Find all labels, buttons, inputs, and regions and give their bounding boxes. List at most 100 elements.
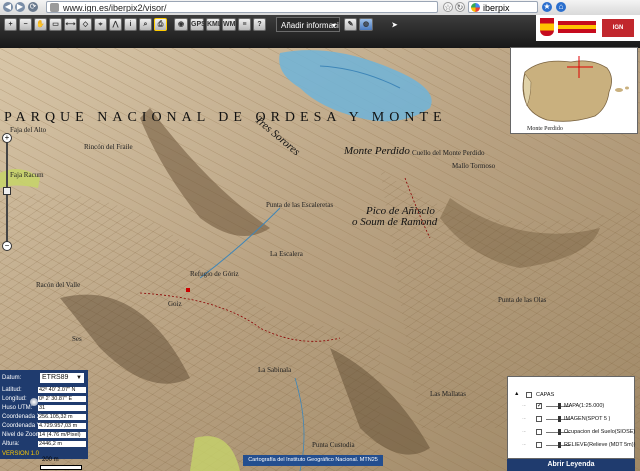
ign-logo: IGN xyxy=(602,19,634,37)
coord-label: Longitud: xyxy=(2,396,27,402)
coord-label: Nivel de Zoom: xyxy=(2,432,43,438)
scale-text: 200 m xyxy=(42,457,59,463)
layer-label: IMAGEN(SPOT 5 ) xyxy=(564,416,611,422)
coord-value: 4.729.957,03 m xyxy=(38,423,86,429)
layer-checkbox[interactable] xyxy=(536,429,542,435)
browser-search-input[interactable]: iberpix xyxy=(468,1,538,13)
star-icon[interactable]: ☆ xyxy=(443,2,453,12)
overview-map[interactable]: Monte Perdido xyxy=(510,47,638,134)
browser-toolbar: ◀ ▶ ⟳ www.ign.es/iberpix2/visor/ ☆ ↻ ibe… xyxy=(0,0,640,16)
layers-root-label: CAPAS xyxy=(536,392,555,398)
zoom-box-button[interactable]: ▭ xyxy=(49,18,62,31)
measure-distance-button[interactable]: ⟷ xyxy=(64,18,77,31)
place-label: Mallo Tormoso xyxy=(452,162,496,170)
layer-checkbox[interactable] xyxy=(536,416,542,422)
ministry-logo xyxy=(558,21,596,33)
identify-button[interactable]: ? xyxy=(253,18,266,31)
refresh-icon[interactable]: ↻ xyxy=(455,2,465,12)
zoom-slider[interactable]: + − xyxy=(2,133,12,251)
info-button[interactable]: i xyxy=(124,18,137,31)
layers-root-checkbox[interactable] xyxy=(526,392,532,398)
favicon-icon xyxy=(50,3,59,12)
chevron-down-icon: ▼ xyxy=(76,375,82,381)
zoom-in-button[interactable]: + xyxy=(4,18,17,31)
wms-button[interactable]: WMS xyxy=(222,18,240,31)
scale-bar: 200 m xyxy=(40,457,90,470)
layer-checkbox[interactable]: ✓ xyxy=(536,403,542,409)
coord-label: Coordenada Y: xyxy=(2,423,42,429)
zoom-plus-icon[interactable]: + xyxy=(2,133,12,143)
back-icon[interactable]: ◀ xyxy=(3,2,13,12)
forward-icon[interactable]: ▶ xyxy=(15,2,25,12)
home-icon[interactable]: ⌂ xyxy=(556,2,566,12)
datum-value: ETRS89 xyxy=(42,374,69,381)
place-label: Punta Custodia xyxy=(312,441,355,449)
place-label: Racón del Valle xyxy=(36,281,81,289)
coord-value: 256.105,32 m xyxy=(38,414,86,420)
search-button[interactable]: ⌕ xyxy=(139,18,152,31)
place-label: Ses xyxy=(72,335,82,343)
coord-value: 31 xyxy=(38,405,86,411)
globe-button[interactable]: ◍ xyxy=(359,18,373,31)
reload-icon[interactable]: ⟳ xyxy=(28,2,38,12)
chevron-down-icon: ▾ xyxy=(331,21,336,30)
zoom-out-button[interactable]: − xyxy=(19,18,32,31)
bookmarks-icon[interactable]: ★ xyxy=(542,2,552,12)
layer-checkbox[interactable] xyxy=(536,442,542,448)
zoom-minus-icon[interactable]: − xyxy=(2,241,12,251)
layers-button[interactable]: ≡ xyxy=(238,18,251,31)
version-label: VERSION 1.0 xyxy=(2,451,40,457)
url-text: www.ign.es/iberpix2/visor/ xyxy=(63,3,167,13)
spain-overview xyxy=(511,48,637,133)
tree-connector: ·- xyxy=(522,442,526,448)
kml-button[interactable]: KML xyxy=(206,18,222,31)
coord-value: 42º 40' 2.07" N xyxy=(38,387,86,393)
zoom-thumb[interactable] xyxy=(3,187,11,195)
coord-value: 14 (4.76 m/Pixel) xyxy=(38,432,86,438)
locate-button[interactable]: ◉ xyxy=(174,18,188,31)
institution-logos: IGN xyxy=(536,15,640,41)
coord-label: Latitud: xyxy=(2,387,22,393)
place-label: Refugio de Góriz xyxy=(190,270,239,278)
place-label: Cuello del Monte Perdido xyxy=(412,149,485,157)
place-label: Faja Racum xyxy=(10,171,44,179)
profile-button[interactable]: ⋀ xyxy=(109,18,122,31)
place-label: Monte Perdido xyxy=(344,145,410,157)
print-button[interactable]: ⎙ xyxy=(154,18,167,31)
opacity-thumb[interactable] xyxy=(558,429,561,435)
place-label: o Soum de Ramond xyxy=(352,216,438,228)
opacity-thumb[interactable] xyxy=(558,416,561,422)
cursor-icon: ➤ xyxy=(391,22,398,29)
measure-area-button[interactable]: ◇ xyxy=(79,18,92,31)
map-attribution: Cartografía del Instituto Geográfico Nac… xyxy=(243,455,383,466)
place-label: Punta de las Escaleretas xyxy=(266,201,334,209)
address-bar[interactable]: www.ign.es/iberpix2/visor/ xyxy=(46,1,438,13)
pan-button[interactable]: ✋ xyxy=(34,18,47,31)
open-legend-button[interactable]: Abrir Leyenda xyxy=(507,459,635,471)
edit-button[interactable]: ✎ xyxy=(344,18,357,31)
park-name-label: PARQUE NACIONAL DE ORDESA Y MONTE xyxy=(4,110,447,125)
place-label: La Sabinala xyxy=(258,366,292,374)
add-info-dropdown[interactable]: Añadir información ▾ xyxy=(276,17,340,32)
place-label: Faja del Alto xyxy=(10,126,47,134)
tree-connector: ·- xyxy=(522,429,526,435)
expand-icon[interactable]: ▲ xyxy=(514,391,519,397)
opacity-thumb[interactable] xyxy=(558,403,561,409)
tree-connector: ·- xyxy=(522,416,526,422)
opacity-thumb[interactable] xyxy=(558,442,561,448)
datum-label: Datum: xyxy=(2,375,22,381)
coordinates-panel: Datum: ETRS89 ▼ Latitud: 42º 40' 2.07" N L… xyxy=(0,370,88,459)
datum-select[interactable]: ETRS89 ▼ xyxy=(40,373,84,383)
place-label: Rincón del Fraile xyxy=(84,143,133,151)
search-text: iberpix xyxy=(483,3,510,13)
spain-shield-logo xyxy=(540,18,554,36)
gps-button[interactable]: GPS xyxy=(190,18,206,31)
coord-value: 0º 2' 30.87" E xyxy=(38,396,86,402)
coord-label: Altura: xyxy=(2,441,20,447)
coord-value: 2446,2 m xyxy=(38,441,86,447)
place-label: Punta de las Olas xyxy=(498,296,547,304)
coordinates-button[interactable]: ⌖ xyxy=(94,18,107,31)
place-label: Las Mallatas xyxy=(430,390,466,398)
coord-label: Huso UTM: xyxy=(2,405,33,411)
place-label: La Escalera xyxy=(270,250,303,258)
